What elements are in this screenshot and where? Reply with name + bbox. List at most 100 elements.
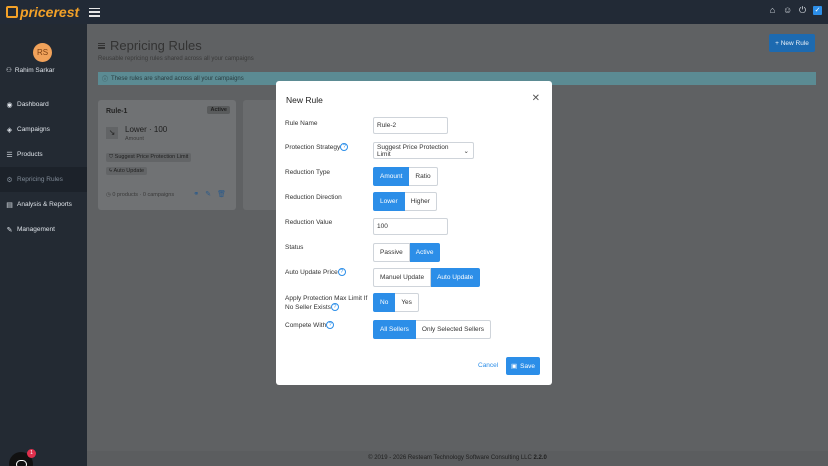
page-title: Repricing Rules <box>98 38 202 53</box>
status-passive[interactable]: Passive <box>373 243 410 262</box>
sidebar-item-label: Dashboard <box>17 101 49 108</box>
rule-name: Rule-1 <box>106 108 128 115</box>
footer-version: 2.2.0 <box>533 455 547 461</box>
chat-unread-badge: 1 <box>27 449 36 458</box>
save-button[interactable]: ▣ Save <box>506 357 540 375</box>
compete-selected-sellers[interactable]: Only Selected Sellers <box>415 320 492 339</box>
sidebar-item-label: Campaigns <box>17 126 50 133</box>
modal-title: New Rule <box>286 95 323 105</box>
protection-strategy-text: Protection Strategy <box>285 144 341 151</box>
rule-actions: ⚭ ✎ 🗑 <box>193 190 226 198</box>
new-rule-modal: New Rule ✕ Rule Name Protection Strategy… <box>276 81 552 385</box>
help-icon[interactable]: ? <box>330 303 339 312</box>
auto-update-tag-label: Auto Update <box>113 168 145 174</box>
sidebar-item-label: Management <box>17 226 55 233</box>
auto-update-label: Auto Update Price? <box>285 268 346 277</box>
rule-usage-text: 0 products · 0 campaigns <box>112 192 175 198</box>
help-icon[interactable]: ? <box>337 268 346 277</box>
protection-tag: ⛉ Suggest Price Protection Limit <box>106 153 192 162</box>
new-rule-label: New Rule <box>780 39 809 47</box>
sidebar-nav: ◉ Dashboard ◈ Campaigns ☰ Products ⚙ Rep… <box>0 92 87 242</box>
reduction-type-ratio[interactable]: Ratio <box>409 167 438 186</box>
auto-update-text: Auto Update Price <box>285 269 338 276</box>
chevron-down-icon: ⌄ <box>463 147 469 155</box>
sidebar: RS ⚇ Rahim Sarkar ◉ Dashboard ◈ Campaign… <box>0 24 87 466</box>
chat-bubble-icon <box>15 459 27 466</box>
top-bar: pricerest ⌂ ☺ ⏻ ✓ <box>0 0 828 24</box>
avatar[interactable]: RS <box>33 43 52 62</box>
help-icon[interactable]: ? <box>340 143 349 152</box>
wrench-icon: ✎ <box>6 226 13 234</box>
sidebar-item-products[interactable]: ☰ Products <box>0 142 87 167</box>
sidebar-item-repricing-rules[interactable]: ⚙ Repricing Rules <box>0 167 87 192</box>
auto-update-tag: ϟ Auto Update <box>106 167 148 175</box>
edit-icon[interactable]: ✎ <box>205 190 211 198</box>
new-rule-button[interactable]: + New Rule <box>769 34 815 52</box>
checkbox-icon[interactable]: ✓ <box>813 6 822 15</box>
home-icon[interactable]: ⌂ <box>768 6 777 15</box>
compete-all-sellers[interactable]: All Sellers <box>373 320 416 339</box>
reduction-direction-toggle: Lower Higher <box>373 192 437 211</box>
menu-toggle-icon[interactable] <box>89 7 101 17</box>
footer-text: © 2019 - 2026 Resteam Technology Softwar… <box>368 455 532 461</box>
rule-name-label: Rule Name <box>285 120 318 127</box>
user-icon[interactable]: ☺ <box>783 6 792 15</box>
sidebar-item-dashboard[interactable]: ◉ Dashboard <box>0 92 87 117</box>
rule-usage: ◷ 0 products · 0 campaigns <box>106 192 174 198</box>
compete-with-text: Compete With <box>285 322 327 329</box>
protection-strategy-select[interactable]: Suggest Price Protection Limit ⌄ <box>373 142 474 159</box>
sidebar-item-analysis-reports[interactable]: ▤ Analysis & Reports <box>0 192 87 217</box>
save-label: Save <box>520 362 535 370</box>
footer: © 2019 - 2026 Resteam Technology Softwar… <box>87 451 828 466</box>
page-subtitle: Reusable repricing rules shared across a… <box>98 56 254 62</box>
reduction-value-label: Reduction Value <box>285 219 333 226</box>
list-icon <box>98 42 105 49</box>
pricerest-logo[interactable]: pricerest <box>6 4 79 20</box>
reduction-direction-label: Reduction Direction <box>285 194 342 201</box>
power-icon[interactable]: ⏻ <box>798 6 807 15</box>
reduction-type-amount[interactable]: Amount <box>373 167 410 186</box>
link-icon[interactable]: ⚭ <box>193 190 199 198</box>
cancel-button[interactable]: Cancel <box>478 362 498 369</box>
protection-tag-label: Suggest Price Protection Limit <box>114 154 189 160</box>
rule-type: Amount <box>125 136 144 142</box>
rule-name-input[interactable] <box>373 117 448 134</box>
sidebar-item-label: Analysis & Reports <box>17 201 72 208</box>
info-text: These rules are shared across all your c… <box>111 75 244 82</box>
rule-value: Lower · 100 <box>125 125 168 134</box>
apply-protection-text-2: No Seller Exists <box>285 304 331 311</box>
status-toggle: Passive Active <box>373 243 441 262</box>
logo-text: pricerest <box>20 4 80 20</box>
compete-with-label: Compete With? <box>285 321 335 330</box>
page-title-text: Repricing Rules <box>110 38 202 53</box>
reduction-value-input[interactable] <box>373 218 448 235</box>
info-icon: ⓘ <box>102 77 109 83</box>
protection-strategy-value: Suggest Price Protection Limit <box>377 143 449 158</box>
rule-card[interactable]: Rule-1 Active ↘ Lower · 100 Amount ⛉ Sug… <box>98 100 236 210</box>
apply-protection-toggle: No Yes <box>373 293 419 312</box>
trash-icon[interactable]: 🗑 <box>217 190 226 198</box>
logo-mark-icon <box>6 6 18 18</box>
manual-update-option[interactable]: Manuel Update <box>373 268 432 287</box>
reduction-direction-higher[interactable]: Higher <box>404 192 437 211</box>
protection-strategy-label: Protection Strategy? <box>285 143 349 152</box>
reduction-type-toggle: Amount Ratio <box>373 167 438 186</box>
status-badge: Active <box>207 106 230 114</box>
apply-protection-no[interactable]: No <box>373 293 396 312</box>
user-name-row[interactable]: ⚇ Rahim Sarkar <box>6 66 55 75</box>
campaigns-icon: ◈ <box>6 126 13 134</box>
sidebar-item-campaigns[interactable]: ◈ Campaigns <box>0 117 87 142</box>
sidebar-item-label: Repricing Rules <box>17 176 63 183</box>
help-icon[interactable]: ? <box>326 321 335 330</box>
apply-protection-yes[interactable]: Yes <box>395 293 419 312</box>
reports-icon: ▤ <box>6 201 13 209</box>
card-placeholder <box>243 100 279 210</box>
chat-widget-button[interactable]: 1 <box>9 449 36 466</box>
auto-update-option[interactable]: Auto Update <box>431 268 481 287</box>
reduction-direction-lower[interactable]: Lower <box>373 192 405 211</box>
status-active[interactable]: Active <box>409 243 441 262</box>
save-icon: ▣ <box>511 363 518 370</box>
close-icon[interactable]: ✕ <box>532 93 540 104</box>
sidebar-item-management[interactable]: ✎ Management <box>0 217 87 242</box>
dashboard-icon: ◉ <box>6 101 13 109</box>
